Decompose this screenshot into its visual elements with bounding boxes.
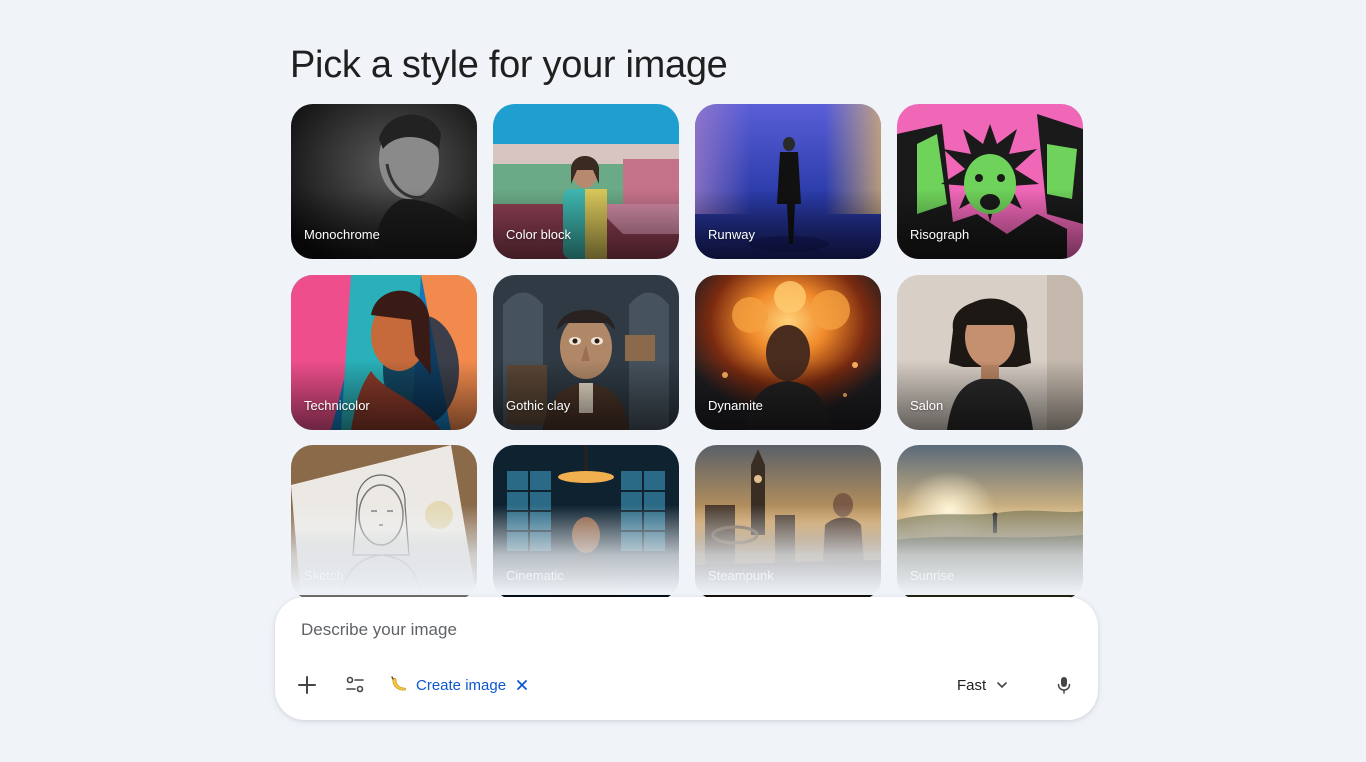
style-card-risograph[interactable]: Risograph [897, 104, 1083, 259]
chevron-down-icon [997, 682, 1007, 688]
style-card-label: Gothic clay [506, 398, 571, 413]
style-card-sunrise[interactable]: Sunrise [897, 445, 1083, 600]
style-card-label: Salon [910, 398, 944, 413]
mode-selector[interactable]: Fast [957, 673, 1008, 697]
style-card-label: Runway [708, 227, 755, 242]
style-card-technicolor[interactable]: Technicolor [291, 275, 477, 430]
style-card-color-block[interactable]: Color block [493, 104, 679, 259]
page-title: Pick a style for your image [290, 44, 728, 86]
microphone-button[interactable] [1051, 672, 1077, 698]
add-button[interactable] [293, 671, 321, 699]
style-card-steampunk[interactable]: Steampunk [695, 445, 881, 600]
style-card-label: Dynamite [708, 398, 763, 413]
style-grid: Monochrome Color block Runway Risograph … [291, 104, 1083, 600]
style-card-label: Technicolor [304, 398, 370, 413]
style-card-dynamite[interactable]: Dynamite [695, 275, 881, 430]
style-card-label: Steampunk [708, 568, 774, 583]
style-card-label: Color block [506, 227, 572, 242]
style-card-label: Risograph [910, 227, 970, 242]
create-image-chip-label: Create image [416, 676, 507, 694]
image-style-page: Pick a style for your image Monochrome C… [0, 0, 1366, 762]
style-card-salon[interactable]: Salon [897, 275, 1083, 430]
style-card-runway[interactable]: Runway [695, 104, 881, 259]
style-card-gothic-clay[interactable]: Gothic clay [493, 275, 679, 430]
microphone-icon [1057, 677, 1071, 694]
style-card-sketch[interactable]: Sketch [291, 445, 477, 600]
tools-button[interactable] [341, 671, 369, 699]
tune-icon [346, 676, 364, 693]
style-card-label: Cinematic [506, 568, 564, 583]
prompt-box: Create image Fast [275, 597, 1098, 720]
create-image-chip[interactable]: Create image [389, 673, 529, 697]
banana-icon [391, 676, 407, 691]
style-card-label: Sketch [304, 568, 344, 583]
style-card-label: Sunrise [910, 568, 955, 583]
mode-label: Fast [957, 676, 987, 694]
style-card-label: Monochrome [304, 227, 380, 242]
prompt-input[interactable] [299, 615, 1063, 645]
style-card-cinematic[interactable]: Cinematic [493, 445, 679, 600]
close-icon[interactable] [515, 678, 529, 692]
plus-icon [298, 676, 316, 694]
style-card-monochrome[interactable]: Monochrome [291, 104, 477, 259]
